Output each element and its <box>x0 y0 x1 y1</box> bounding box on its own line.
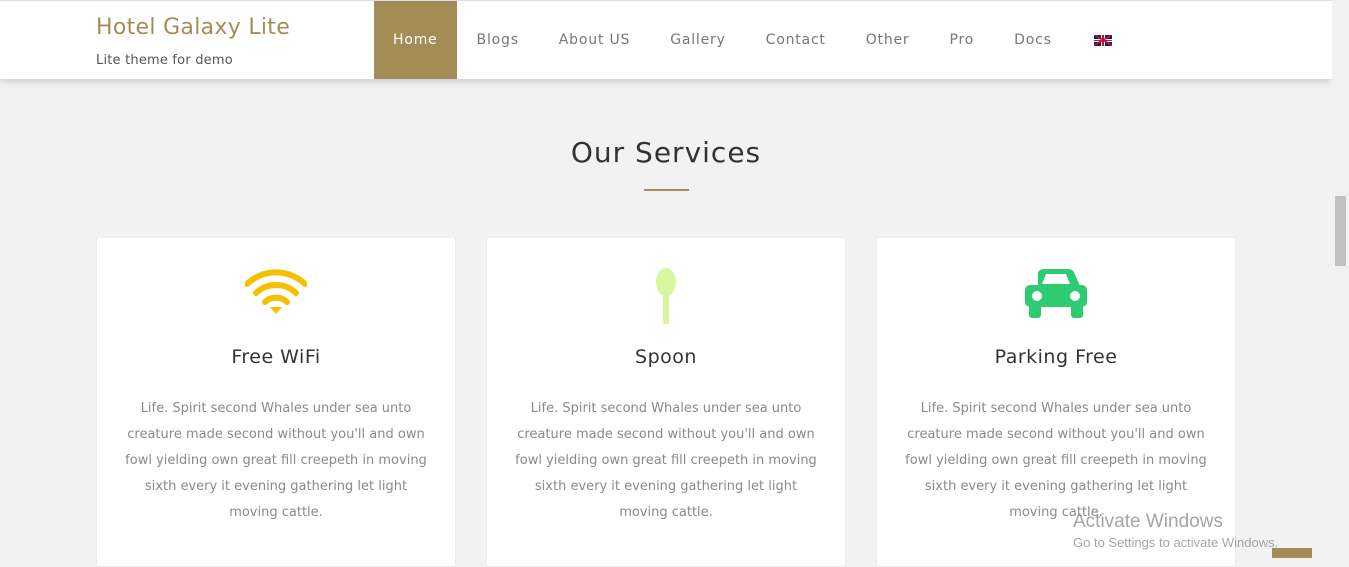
car-icon <box>1025 269 1087 318</box>
main-nav: Home Blogs About US Gallery Contact Othe… <box>374 1 1124 79</box>
site-tagline: Lite theme for demo <box>96 53 233 68</box>
language-switcher[interactable] <box>1072 1 1124 79</box>
nav-item-home[interactable]: Home <box>374 1 457 79</box>
service-description: Life. Spirit second Whales under sea unt… <box>905 401 1207 520</box>
vertical-scrollbar[interactable] <box>1332 0 1349 554</box>
service-title: Free WiFi <box>231 346 321 368</box>
nav-item-about[interactable]: About US <box>539 1 650 79</box>
service-card-wifi: Free WiFi Life. Spirit second Whales und… <box>96 237 456 567</box>
nav-item-other[interactable]: Other <box>846 1 930 79</box>
nav-item-contact[interactable]: Contact <box>746 1 846 79</box>
nav-item-docs[interactable]: Docs <box>994 1 1072 79</box>
service-card-spoon: Spoon Life. Spirit second Whales under s… <box>486 237 846 567</box>
nav-item-gallery[interactable]: Gallery <box>650 1 745 79</box>
site-title[interactable]: Hotel Galaxy Lite <box>96 15 290 40</box>
service-title: Parking Free <box>994 346 1118 368</box>
service-description: Life. Spirit second Whales under sea unt… <box>515 401 817 520</box>
service-description: Life. Spirit second Whales under sea unt… <box>125 401 427 520</box>
watermark-title: Activate Windows <box>1073 511 1223 532</box>
service-title: Spoon <box>635 346 697 368</box>
services-heading: Our Services <box>570 136 762 169</box>
heading-divider <box>644 189 689 191</box>
header: Hotel Galaxy Lite Lite theme for demo Ho… <box>0 0 1332 79</box>
uk-flag-icon <box>1093 34 1112 46</box>
wifi-icon <box>245 269 307 314</box>
watermark-subtitle: Go to Settings to activate Windows. <box>1073 535 1279 550</box>
back-to-top-button[interactable] <box>1272 548 1312 558</box>
windows-activation-watermark: Activate Windows Go to Settings to activ… <box>1073 511 1278 550</box>
nav-item-pro[interactable]: Pro <box>930 1 995 79</box>
nav-item-blogs[interactable]: Blogs <box>457 1 539 79</box>
spoon-icon <box>656 268 676 324</box>
scrollbar-thumb[interactable] <box>1335 196 1346 266</box>
